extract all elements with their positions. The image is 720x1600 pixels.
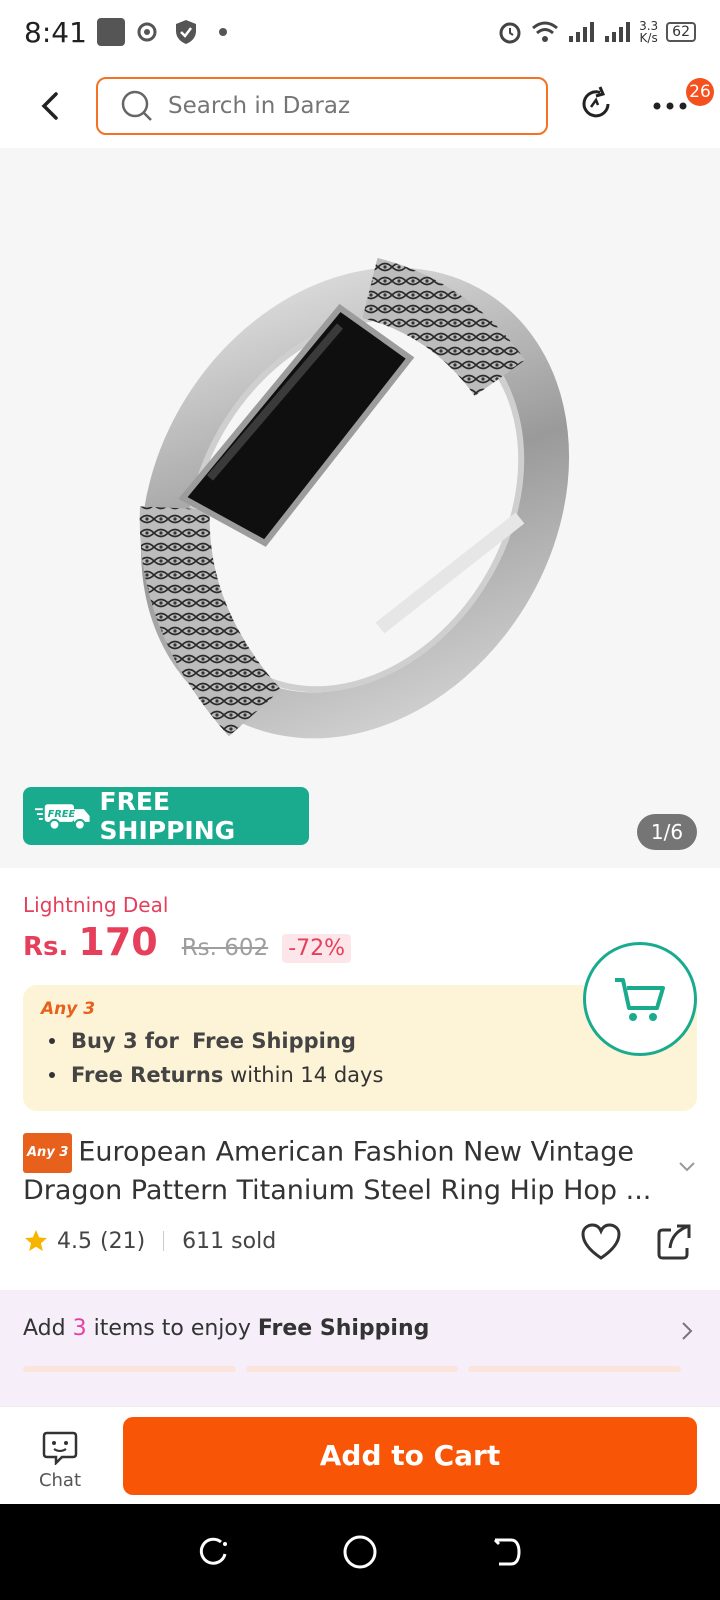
star-icon: [25, 1230, 47, 1251]
chevron-right-icon: [682, 1322, 693, 1340]
promo-returns-period: within 14 days: [230, 1063, 384, 1087]
refresh-icon: [582, 86, 610, 118]
progress-segment: [468, 1366, 682, 1372]
wishlist-button[interactable]: [580, 1222, 622, 1262]
product-title-block[interactable]: Any 3 European American Fashion New Vinta…: [23, 1133, 663, 1209]
share-icon: [657, 1224, 691, 1260]
top-navigation: 26: [0, 64, 720, 148]
rating-value: 4.5: [57, 1228, 92, 1254]
free-shipping-badge: FREE FREE SHIPPING: [23, 787, 309, 845]
original-price: Rs. 602: [181, 935, 269, 961]
history-button[interactable]: [576, 84, 616, 124]
sold-count: 611 sold: [182, 1228, 277, 1254]
free-shipping-banner[interactable]: Add 3 items to enjoy Free Shipping: [0, 1290, 720, 1406]
product-title: European American Fashion New Vintage Dr…: [23, 1136, 652, 1207]
back-button[interactable]: [32, 88, 68, 124]
product-ring-image: [139, 257, 570, 739]
floating-cart-button[interactable]: [583, 942, 697, 1056]
price-currency: Rs.: [23, 932, 69, 962]
discount-badge: -72%: [282, 934, 352, 963]
notification-badge: 26: [686, 78, 714, 106]
wifi-icon: [532, 21, 559, 42]
free-shipping-bold: Free Shipping: [257, 1316, 430, 1341]
free-shipping-label: FREE SHIPPING: [99, 787, 236, 845]
promo-buy3: Buy 3 for: [71, 1029, 179, 1053]
free-shipping-message: Add 3 items to enjoy Free Shipping: [23, 1316, 430, 1341]
back-arrow-icon: [41, 92, 58, 120]
any3-tag: Any 3: [23, 1133, 73, 1173]
sync-notification-icon: [137, 22, 157, 42]
status-time: 8:41: [24, 15, 87, 49]
price-row: Rs. 170 Rs. 602 -72%: [23, 920, 352, 964]
back-gesture-icon[interactable]: [489, 1534, 525, 1570]
current-price: 170: [78, 920, 158, 964]
expand-chevron-icon[interactable]: [678, 1160, 696, 1174]
signal-icon-1: [569, 22, 595, 42]
divider: [163, 1231, 165, 1251]
chat-button[interactable]: Chat: [30, 1429, 90, 1491]
bullet: [49, 1072, 55, 1078]
shipping-progress: [23, 1366, 682, 1372]
status-bar: 8:41 3.3 K/s 62: [0, 0, 720, 64]
bottom-action-bar: Chat Add to Cart: [0, 1406, 720, 1504]
recent-apps-icon[interactable]: [195, 1534, 231, 1570]
home-icon[interactable]: [341, 1533, 379, 1571]
review-count: (21): [100, 1228, 146, 1254]
truck-label: FREE: [48, 809, 76, 820]
share-button[interactable]: [655, 1222, 695, 1262]
network-speed: 3.3 K/s: [639, 19, 659, 45]
more-dots-icon: [653, 102, 687, 110]
system-navigation-bar: [0, 1504, 720, 1600]
product-image-gallery[interactable]: FREE FREE SHIPPING 1/6: [0, 148, 720, 868]
battery-indicator: 62: [666, 22, 696, 42]
dot-icon: [218, 28, 227, 36]
signal-icon-2: [605, 22, 631, 42]
items-needed-count: 3: [72, 1316, 87, 1341]
promo-free-shipping: Free Shipping: [192, 1029, 356, 1053]
promo-free-returns: Free Returns: [71, 1063, 224, 1087]
lightning-deal-label: Lightning Deal: [23, 893, 169, 917]
progress-segment: [23, 1366, 236, 1372]
bullet: [49, 1038, 55, 1044]
add-to-cart-button[interactable]: Add to Cart: [123, 1417, 697, 1495]
search-icon: [121, 90, 152, 121]
shield-icon: [175, 20, 196, 44]
chat-icon: [42, 1431, 78, 1467]
search-input[interactable]: [168, 93, 528, 119]
truck-icon: FREE: [35, 804, 90, 831]
app-notification-icon: [96, 18, 125, 46]
search-bar[interactable]: [96, 77, 548, 135]
alarm-icon: [499, 22, 521, 44]
rating-row[interactable]: 4.5 (21) 611 sold: [23, 1228, 276, 1254]
image-counter: 1/6: [637, 814, 697, 850]
cart-icon: [615, 978, 665, 1021]
chat-label: Chat: [38, 1470, 82, 1491]
promo-line-shipping: Buy 3 for Free Shipping: [41, 1029, 679, 1053]
promo-line-returns: Free Returns within 14 days: [41, 1063, 679, 1087]
progress-segment: [245, 1366, 459, 1372]
heart-icon: [581, 1223, 621, 1260]
